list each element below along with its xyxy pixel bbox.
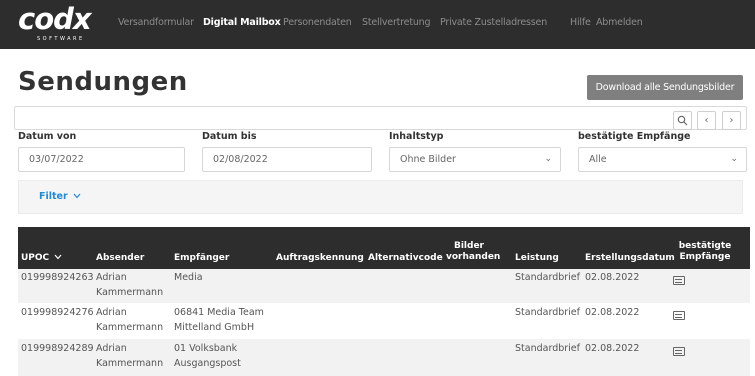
inhaltstyp-value: Ohne Bilder xyxy=(400,154,456,165)
chevron-down-icon: ⌄ xyxy=(544,154,552,164)
cell-absender: Adrian Kammermann xyxy=(96,343,164,369)
search-bar[interactable] xyxy=(14,106,747,130)
cell-empfaenger: 06841 Media Team Mittelland GmbH xyxy=(174,307,264,333)
codx-logo[interactable]: codx SOFTWARE xyxy=(18,2,98,44)
nav-personendaten[interactable]: Personendaten xyxy=(283,17,352,28)
col-erstellungsdatum[interactable]: Erstellungsdatum xyxy=(585,253,675,264)
next-page-button[interactable]: › xyxy=(722,111,741,130)
table-row[interactable]: 019998924289 Adrian Kammermann 01 Volksb… xyxy=(18,339,750,376)
cell-datum: 02.08.2022 xyxy=(585,343,640,354)
datum-von-value: 03/07/2022 xyxy=(29,154,84,165)
nav-digital-mailbox[interactable]: Digital Mailbox xyxy=(203,17,281,28)
table-row[interactable]: 019998924276 Adrian Kammermann 06841 Med… xyxy=(18,303,750,337)
chevron-down-icon xyxy=(73,193,81,199)
page-title: Sendungen xyxy=(18,67,188,97)
cell-absender: Adrian Kammermann xyxy=(96,307,164,333)
cell-empfaenger: 01 Volksbank Ausgangspost xyxy=(174,343,241,369)
cell-leistung: Standardbrief xyxy=(515,343,580,354)
cell-upoc: 019998924289 xyxy=(21,343,94,354)
nav-hilfe[interactable]: Hilfe xyxy=(570,17,591,28)
nav-stellvertretung[interactable]: Stellvertretung xyxy=(362,17,431,28)
col-alternativcode[interactable]: Alternativcode xyxy=(368,253,443,264)
cell-empfaenger: Media xyxy=(174,272,203,283)
col-upoc[interactable]: UPOC xyxy=(21,253,62,264)
prev-page-button[interactable]: ‹ xyxy=(697,111,716,130)
envelope-icon[interactable] xyxy=(673,347,685,356)
cell-datum: 02.08.2022 xyxy=(585,307,640,318)
datum-bis-label: Datum bis xyxy=(202,131,257,142)
col-leistung[interactable]: Leistung xyxy=(515,253,559,264)
col-bestaetigte-empfaenge[interactable]: bestätigte Empfänge xyxy=(672,241,738,263)
table-row[interactable]: 019998924263 Adrian Kammermann Media Sta… xyxy=(18,269,750,303)
download-all-images-button[interactable]: Download alle Sendungsbilder xyxy=(587,75,743,100)
cell-leistung: Standardbrief xyxy=(515,272,580,283)
chevron-right-icon: › xyxy=(729,115,734,126)
top-navbar: codx SOFTWARE Versandformular Digital Ma… xyxy=(0,0,755,49)
logo-wordmark: codx xyxy=(18,2,92,36)
envelope-icon[interactable] xyxy=(673,311,685,320)
bestaetigte-empfaenge-label: bestätigte Empfänge xyxy=(578,131,691,142)
filter-toggle[interactable]: Filter xyxy=(39,191,81,202)
cell-absender: Adrian Kammermann xyxy=(96,272,164,298)
search-icon xyxy=(677,115,688,126)
cell-upoc: 019998924263 xyxy=(21,272,94,283)
col-absender[interactable]: Absender xyxy=(96,253,144,264)
search-button[interactable] xyxy=(673,111,692,130)
cell-leistung: Standardbrief xyxy=(515,307,580,318)
table-header: UPOC Absender Empfänger Auftragskennung … xyxy=(18,227,750,269)
chevron-down-icon xyxy=(54,254,62,260)
col-empfaenger[interactable]: Empfänger xyxy=(174,253,229,264)
envelope-icon[interactable] xyxy=(673,276,685,285)
filter-toggle-label: Filter xyxy=(39,191,68,202)
inhaltstyp-select[interactable]: Ohne Bilder ⌄ xyxy=(389,147,561,172)
inhaltstyp-label: Inhaltstyp xyxy=(389,131,444,142)
cell-upoc: 019998924276 xyxy=(21,307,94,318)
bestaetigte-empfaenge-value: Alle xyxy=(589,154,607,165)
nav-abmelden[interactable]: Abmelden xyxy=(596,17,643,28)
col-auftragskennung[interactable]: Auftragskennung xyxy=(276,253,364,264)
filter-panel: Filter xyxy=(18,180,743,214)
datum-bis-value: 02/08/2022 xyxy=(213,154,268,165)
nav-versandformular[interactable]: Versandformular xyxy=(118,17,194,28)
datum-von-input[interactable]: 03/07/2022 xyxy=(18,147,185,172)
nav-private-zustelladressen[interactable]: Private Zustelladressen xyxy=(440,17,547,28)
cell-datum: 02.08.2022 xyxy=(585,272,640,283)
logo-tagline: SOFTWARE xyxy=(37,36,85,42)
chevron-left-icon: ‹ xyxy=(704,115,709,126)
chevron-down-icon: ⌄ xyxy=(730,154,738,164)
datum-von-label: Datum von xyxy=(18,131,77,142)
bestaetigte-empfaenge-select[interactable]: Alle ⌄ xyxy=(578,147,747,172)
col-bilder-vorhanden[interactable]: Bilder vorhanden xyxy=(446,241,500,263)
datum-bis-input[interactable]: 02/08/2022 xyxy=(202,147,372,172)
